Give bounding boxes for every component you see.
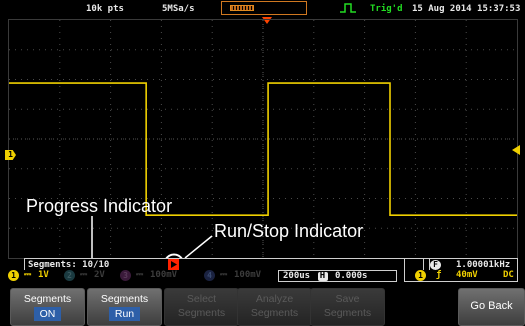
save-segments-label-1: Save xyxy=(335,293,360,305)
segments-status-box: Segments: 10/10 xyxy=(24,258,430,270)
top-status-bar: 10k pts 5MSa/s Trig'd 15 Aug 2014 15:37:… xyxy=(0,0,525,18)
trigger-level: 40mV xyxy=(456,270,478,280)
progress-indicator-annotation: Progress Indicator xyxy=(26,196,173,216)
ch3-badge[interactable]: 3 xyxy=(120,270,131,281)
ch2-badge[interactable]: 2 xyxy=(64,270,75,281)
trigger-status: Trig'd xyxy=(370,4,403,14)
record-length: 10k pts xyxy=(86,4,124,14)
segments-run-button[interactable]: Segments Run xyxy=(87,288,162,326)
trigger-slope-icon: ƒ xyxy=(436,270,442,280)
segments-on-label: Segments xyxy=(23,293,72,305)
oscilloscope-display: 10k pts 5MSa/s Trig'd 15 Aug 2014 15:37:… xyxy=(0,0,525,326)
segments-on-button[interactable]: Segments ON xyxy=(10,288,85,326)
select-segments-label-1: Select xyxy=(186,293,217,305)
analyze-segments-button[interactable]: Analyze Segments xyxy=(237,288,312,326)
trigger-source-badge: 1 xyxy=(415,270,426,281)
horizontal-badge-icon: H xyxy=(317,272,328,281)
ch4-scale: 100mV xyxy=(234,270,262,280)
sample-rate: 5MSa/s xyxy=(162,4,195,14)
ch1-badge[interactable]: 1 xyxy=(8,270,19,281)
analyze-segments-label-1: Analyze xyxy=(255,293,294,305)
run-stop-indicator-icon xyxy=(168,259,179,270)
trigger-edge-icon xyxy=(340,3,356,13)
ch1-scale: 1V xyxy=(38,270,49,280)
ch3-scale: 100mV xyxy=(150,270,178,280)
date-time: 15 Aug 2014 15:37:53 xyxy=(412,4,521,14)
ch2-coupling-icon: ⎓ xyxy=(80,270,88,280)
segments-run-label: Segments xyxy=(100,293,149,305)
analyze-segments-label-2: Segments xyxy=(250,307,299,319)
run-stop-indicator-annotation: Run/Stop Indicator xyxy=(214,221,364,241)
soft-menu: Segments ON Segments Run Select Segments… xyxy=(0,286,525,326)
trigger-level-marker-icon xyxy=(512,145,520,155)
ch4-coupling-icon: ⎓ xyxy=(220,270,228,280)
timebase-box[interactable]: 200us H 0.000s xyxy=(278,270,397,282)
ch2-scale: 2V xyxy=(94,270,105,280)
select-segments-button[interactable]: Select Segments xyxy=(164,288,239,326)
segments-on-value: ON xyxy=(33,307,62,321)
trigger-coupling: DC xyxy=(503,270,514,280)
save-segments-button[interactable]: Save Segments xyxy=(310,288,385,326)
memory-position-bar[interactable] xyxy=(221,1,307,15)
ch3-coupling-icon: ⎓ xyxy=(136,270,144,280)
go-back-button[interactable]: Go Back xyxy=(458,288,525,326)
ch1-coupling-icon: ⎓ xyxy=(24,270,32,280)
ch4-badge[interactable]: 4 xyxy=(204,270,215,281)
channel-info-row: 1 ⎓ 1V 2 ⎓ 2V 3 ⎓ 100mV 4 ⎓ 100mV 200us … xyxy=(8,258,518,282)
horizontal-delay: 0.000s xyxy=(334,271,368,281)
segments-progress: Segments: 10/10 xyxy=(28,260,110,270)
select-segments-label-2: Segments xyxy=(177,307,226,319)
segments-run-value: Run xyxy=(108,307,141,321)
save-segments-label-2: Segments xyxy=(323,307,372,319)
memory-window-indicator xyxy=(230,5,254,11)
timebase-scale: 200us xyxy=(283,271,311,281)
